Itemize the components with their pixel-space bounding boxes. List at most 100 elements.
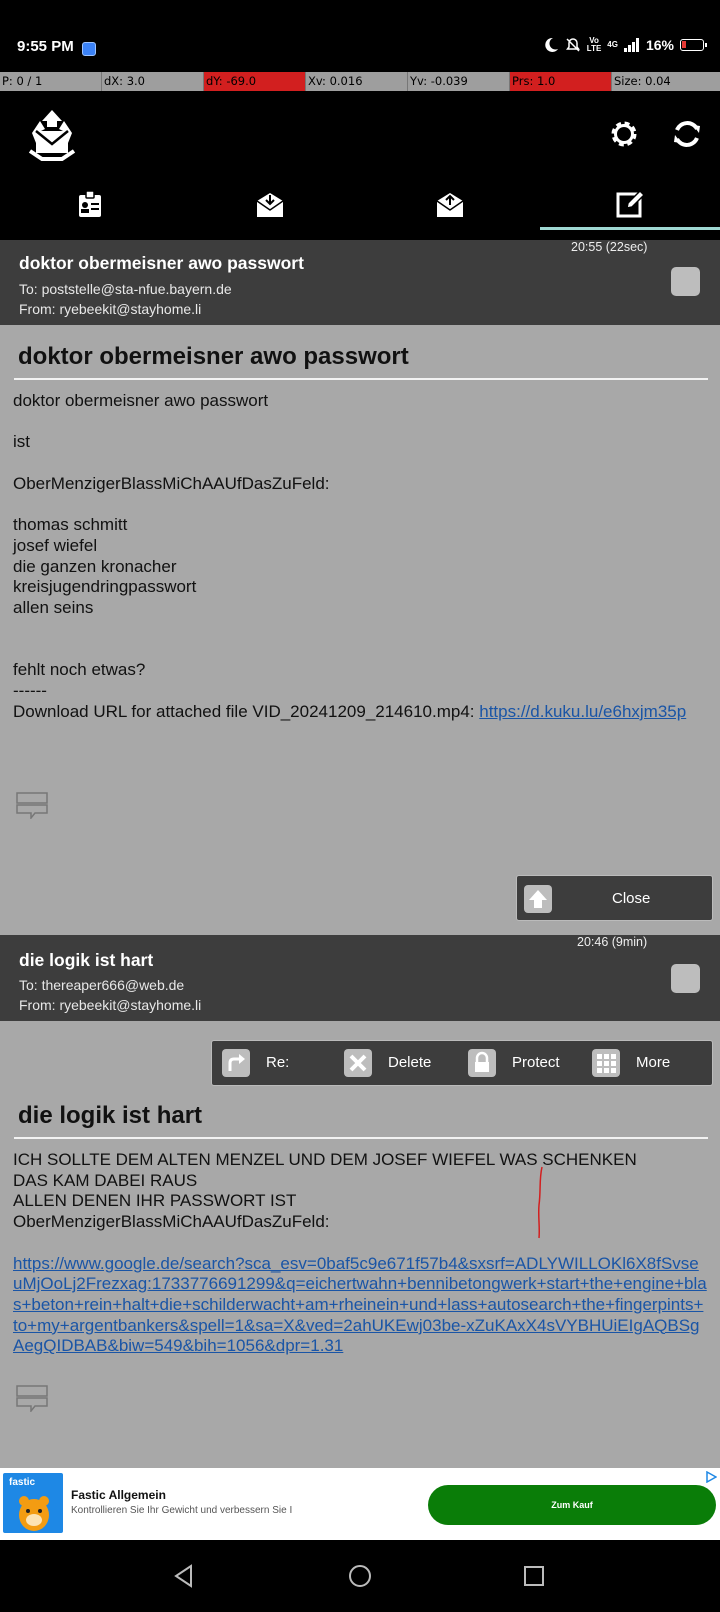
body-line: ------ [13, 680, 47, 700]
body-line: ALLEN DENEN IHR PASSWORT IST [13, 1191, 297, 1211]
system-nav-bar [0, 1540, 720, 1612]
battery-icon [680, 39, 707, 51]
body-line: ist [13, 432, 30, 452]
message-text: ICH SOLLTE DEM ALTEN MENZEL UND DEM JOSE… [13, 1150, 707, 1357]
message-header[interactable]: 20:46 (9min) die logik ist hart To: ther… [0, 935, 720, 1021]
adchoices-icon[interactable] [705, 1471, 717, 1483]
tab-outbox[interactable] [360, 187, 540, 233]
message-from: From: ryebeekit@stayhome.li [19, 301, 202, 317]
message-select-checkbox[interactable] [671, 964, 700, 993]
battery-percent: 16% [645, 37, 674, 53]
lock-icon [468, 1049, 496, 1077]
body-line [13, 1233, 707, 1254]
grid-icon [592, 1049, 620, 1077]
refresh-icon[interactable] [670, 117, 704, 151]
body-line [13, 639, 707, 660]
body-line [13, 453, 707, 474]
mail-download-icon [256, 193, 284, 217]
recycle-mail-logo [28, 110, 76, 161]
more-button[interactable]: More [582, 1041, 702, 1085]
debug-pointers: P: 0 / 1 [0, 72, 102, 91]
ad-subtitle: Kontrollieren Sie Ihr Gewicht und verbes… [71, 1505, 293, 1516]
message-subject: doktor obermeisner awo passwort [19, 253, 304, 273]
body-line: die ganzen kronacher [13, 556, 177, 576]
app-header [0, 91, 720, 233]
tab-contacts[interactable] [0, 187, 180, 233]
protect-label: Protect [512, 1054, 560, 1071]
moon-icon [545, 37, 558, 52]
status-icons: Vo LTE 4G 16% [543, 36, 707, 53]
debug-xv: Xv: 0.016 [306, 72, 408, 91]
message-time: 20:46 (9min) [577, 935, 648, 949]
arrow-up-icon [524, 885, 552, 913]
message-to: To: thereaper666@web.de [19, 977, 185, 993]
ad-cta-button[interactable]: Zum Kauf [428, 1485, 716, 1525]
network-gen: 4G [607, 40, 618, 49]
message-to: To: poststelle@sta-nfue.bayern.de [19, 281, 232, 297]
body-line: allen seins [13, 598, 94, 618]
message-body: die logik ist hart ICH SOLLTE DEM ALTEN … [0, 1021, 720, 1468]
clock: 9:55 PM [17, 38, 74, 55]
message-subject: die logik ist hart [19, 950, 154, 970]
tab-compose[interactable] [540, 187, 720, 233]
body-line: ICH SOLLTE DEM ALTEN MENZEL UND DEM JOSE… [13, 1150, 637, 1169]
body-line: kreisjugendringpasswort [13, 577, 197, 597]
home-icon[interactable] [347, 1563, 373, 1589]
debug-size: Size: 0.04 [614, 74, 671, 88]
mail-upload-icon [436, 193, 464, 217]
touch-trace [537, 1166, 543, 1239]
tab-inbox[interactable] [180, 187, 360, 233]
debug-dx: dX: 3.0 [102, 72, 204, 91]
recents-icon[interactable] [521, 1563, 547, 1589]
folder-tabs [0, 187, 720, 233]
message-body-subject: doktor obermeisner awo passwort [18, 343, 409, 370]
body-line [13, 495, 707, 516]
gear-icon[interactable] [607, 117, 641, 151]
attachment-line: Download URL for attached file VID_20241… [13, 702, 707, 723]
attachment-link[interactable]: https://d.kuku.lu/e6hxjm35p [479, 702, 686, 721]
message-body-subject: die logik ist hart [18, 1102, 203, 1129]
debug-dy: dY: -69.0 [204, 72, 306, 91]
more-label: More [636, 1054, 671, 1071]
body-line: fehlt noch etwas? [13, 660, 146, 680]
message-select-checkbox[interactable] [671, 267, 700, 296]
attachment-text: Download URL for attached file VID_20241… [13, 701, 480, 721]
debug-pressure: Prs: 1.0 [510, 72, 612, 91]
search-link[interactable]: https://www.google.de/search?sca_esv=0ba… [13, 1254, 707, 1358]
reply-label: Re: [266, 1054, 290, 1071]
back-icon[interactable] [171, 1563, 197, 1589]
delete-button[interactable]: Delete [334, 1041, 454, 1085]
close-button-label: Close [612, 890, 651, 907]
close-button[interactable]: Close [516, 875, 713, 921]
body-line: OberMenzigerBlassMiChAAUfDasZuFeld: [13, 1212, 330, 1232]
message-time: 20:55 (22sec) [571, 240, 648, 254]
signal-icon [623, 38, 639, 52]
body-line [13, 412, 707, 433]
contact-card-icon [79, 190, 101, 217]
ad-title: Fastic Allgemein [71, 1488, 166, 1502]
delete-icon [344, 1049, 372, 1077]
divider [14, 1137, 708, 1139]
bear-icon [19, 1496, 49, 1531]
pointer-location-overlay: P: 0 / 1 dX: 3.0 dY: -69.0 Xv: 0.016 Yv:… [0, 72, 720, 91]
reply-icon [222, 1049, 250, 1077]
notification-app-icon [82, 42, 96, 56]
debug-yv: Yv: -0.039 [408, 72, 510, 91]
body-line [13, 619, 707, 640]
message-action-bar: Re: Delete Protect More [211, 1040, 713, 1086]
message-body: doktor obermeisner awo passwort doktor o… [0, 325, 720, 935]
ad-app-icon: fastic [3, 1473, 63, 1533]
conversation-icon[interactable] [15, 791, 49, 819]
edit-icon [616, 189, 645, 218]
reply-button[interactable]: Re: [212, 1041, 332, 1085]
volte-indicator: Vo LTE [586, 36, 602, 53]
body-line: thomas schmitt [13, 515, 128, 535]
ad-banner[interactable]: fastic Fastic Allgemein Kontrollieren Si… [0, 1468, 720, 1540]
divider [14, 378, 708, 380]
message-header[interactable]: 20:55 (22sec) doktor obermeisner awo pas… [0, 240, 720, 325]
status-bar: 9:55 PM Vo LTE 4G 16% [0, 0, 720, 72]
conversation-icon[interactable] [15, 1384, 49, 1412]
body-line: josef wiefel [13, 535, 98, 555]
protect-button[interactable]: Protect [458, 1041, 578, 1085]
ad-brand: fastic [9, 1477, 36, 1488]
